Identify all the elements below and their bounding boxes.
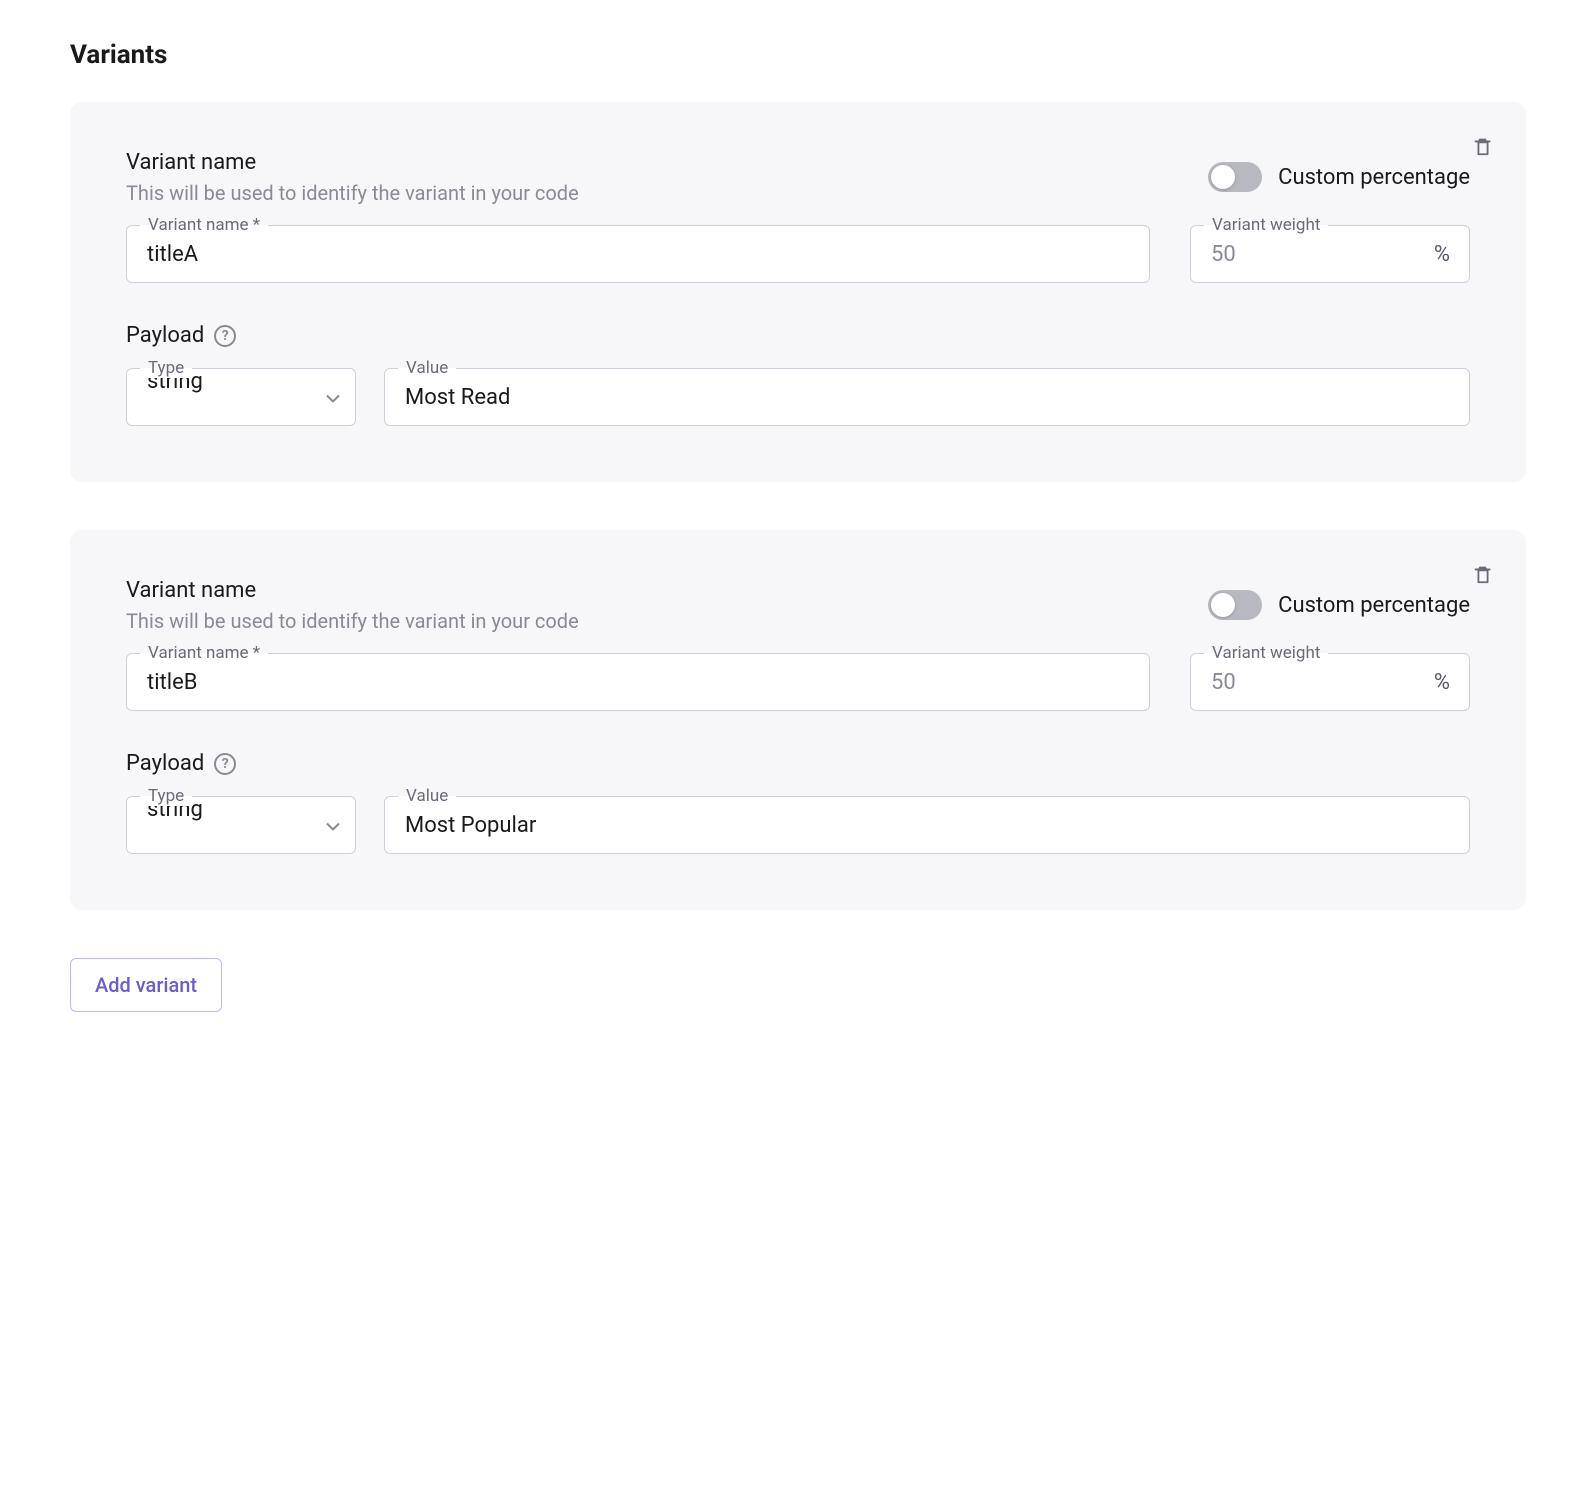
trash-icon <box>1472 562 1494 586</box>
delete-variant-button[interactable] <box>1468 130 1498 165</box>
payload-label: Payload <box>126 323 204 348</box>
payload-label: Payload <box>126 751 204 776</box>
variant-name-input[interactable] <box>126 225 1150 283</box>
variant-card: Variant name This will be used to identi… <box>70 530 1526 910</box>
custom-percentage-label: Custom percentage <box>1278 593 1470 618</box>
variant-name-field-label: Variant name * <box>140 643 268 663</box>
payload-value-input[interactable] <box>384 796 1470 854</box>
type-field-label: Type <box>140 786 192 806</box>
help-icon[interactable]: ? <box>214 753 236 775</box>
variant-name-input[interactable] <box>126 653 1150 711</box>
variant-card: Variant name This will be used to identi… <box>70 102 1526 482</box>
payload-value-input[interactable] <box>384 368 1470 426</box>
custom-percentage-toggle[interactable] <box>1208 590 1262 620</box>
custom-percentage-label: Custom percentage <box>1278 165 1470 190</box>
value-field-label: Value <box>398 786 456 806</box>
type-field-label: Type <box>140 358 192 378</box>
variant-name-label: Variant name <box>126 578 579 603</box>
value-field-label: Value <box>398 358 456 378</box>
variant-weight-field-label: Variant weight <box>1204 643 1328 663</box>
toggle-thumb <box>1211 593 1235 617</box>
section-title: Variants <box>70 40 1526 70</box>
help-icon[interactable]: ? <box>214 325 236 347</box>
add-variant-button[interactable]: Add variant <box>70 958 222 1012</box>
variant-name-description: This will be used to identify the varian… <box>126 181 579 205</box>
toggle-thumb <box>1211 165 1235 189</box>
delete-variant-button[interactable] <box>1468 558 1498 593</box>
variant-name-description: This will be used to identify the varian… <box>126 609 579 633</box>
custom-percentage-toggle[interactable] <box>1208 162 1262 192</box>
variant-name-label: Variant name <box>126 150 579 175</box>
variant-weight-field-label: Variant weight <box>1204 215 1328 235</box>
variant-name-field-label: Variant name * <box>140 215 268 235</box>
trash-icon <box>1472 134 1494 158</box>
